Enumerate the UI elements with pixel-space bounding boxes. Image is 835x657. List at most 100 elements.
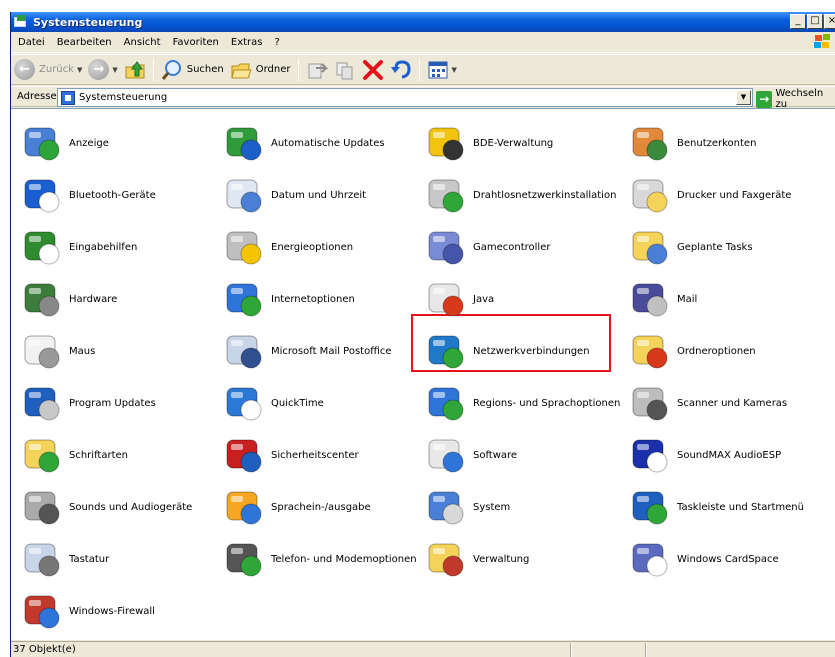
control-panel-window: Systemsteuerung _ □ × Datei Bearbeiten A… [10,12,835,657]
cp-item-bde-admin[interactable]: BDE-Verwaltung [423,119,553,167]
address-value: Systemsteuerung [79,92,168,103]
control-panel-icon [61,90,75,105]
cp-item-cardspace[interactable]: Windows CardSpace [627,535,779,583]
cp-item-automatic-updates[interactable]: Automatische Updates [221,119,385,167]
cp-item-phone-modem[interactable]: Telefon- und Modemoptionen [221,535,417,583]
cp-item-user-accounts[interactable]: Benutzerkonten [627,119,756,167]
internet-options-icon [221,276,267,322]
cp-item-date-time[interactable]: Datum und Uhrzeit [221,171,366,219]
cp-item-printers-faxes[interactable]: Drucker und Faxgeräte [627,171,791,219]
cp-item-scanners-cameras[interactable]: Scanner und Kameras [627,379,787,427]
cp-item-label: BDE-Verwaltung [473,137,554,149]
cp-item-windows-firewall[interactable]: Windows-Firewall [19,587,155,635]
cp-item-label: Windows-Firewall [69,605,155,617]
cp-item-scheduled-tasks[interactable]: Geplante Tasks [627,223,753,271]
cp-item-internet-options[interactable]: Internetoptionen [221,275,355,323]
cp-item-label: Sounds und Audiogeräte [69,501,193,513]
cp-item-fonts[interactable]: Schriftarten [19,431,128,479]
minimize-button[interactable]: _ [790,14,806,29]
cp-item-program-updates[interactable]: Program Updates [19,379,156,427]
search-button[interactable]: Suchen [158,57,227,83]
cp-item-ms-mail-postoffice[interactable]: Microsoft Mail Postoffice [221,327,392,375]
forward-arrow-icon: → [88,59,110,80]
address-dropdown-button[interactable]: ▼ [736,90,751,105]
cp-item-label: Benutzerkonten [677,137,757,149]
soundmax-icon [627,432,673,478]
menu-bearbeiten[interactable]: Bearbeiten [51,37,118,48]
menu-ansicht[interactable]: Ansicht [118,37,167,48]
cp-item-soundmax[interactable]: SoundMAX AudioESP [627,431,781,479]
delete-button[interactable] [359,57,387,83]
address-label: Adresse [17,91,57,102]
title-bar[interactable]: Systemsteuerung _ □ × [11,12,835,32]
menu-extras[interactable]: Extras [225,37,269,48]
cp-item-network-connections[interactable]: Netzwerkverbindungen [423,327,590,375]
move-to-icon [308,62,328,78]
phone-modem-icon [221,536,267,582]
cp-item-power-options[interactable]: Energieoptionen [221,223,353,271]
go-button[interactable]: → Wechseln zu [756,88,835,110]
copy-to-button[interactable] [331,57,359,83]
cp-item-speech[interactable]: Sprachein-/ausgabe [221,483,371,531]
program-updates-icon [19,380,65,426]
back-button[interactable]: ← Zurück ▼ [11,57,85,83]
delete-x-icon [362,59,383,80]
views-icon [428,61,447,78]
cp-item-accessibility[interactable]: Eingabehilfen [19,223,137,271]
cp-item-game-controllers[interactable]: Gamecontroller [423,223,550,271]
menu-favoriten[interactable]: Favoriten [167,37,225,48]
cp-item-display[interactable]: Anzeige [19,119,109,167]
cp-item-security-center[interactable]: Sicherheitscenter [221,431,359,479]
undo-button[interactable] [387,57,415,83]
cp-item-software[interactable]: Software [423,431,517,479]
wireless-setup-icon [423,172,469,218]
user-accounts-icon [627,120,673,166]
close-button[interactable]: × [824,14,835,29]
display-icon [19,120,65,166]
cp-item-keyboard[interactable]: Tastatur [19,535,109,583]
status-count: 37 Objekt(e) [11,642,571,657]
cp-item-wireless-setup[interactable]: Drahtlosnetzwerkinstallation [423,171,616,219]
maximize-button[interactable]: □ [807,14,823,29]
cp-item-folder-options[interactable]: Ordneroptionen [627,327,756,375]
move-to-button[interactable] [303,57,331,83]
cp-item-label: Automatische Updates [271,137,385,149]
cp-item-label: Eingabehilfen [69,241,138,253]
scheduled-tasks-icon [627,224,673,270]
bluetooth-icon [19,172,65,218]
cp-item-sounds-audio[interactable]: Sounds und Audiogeräte [19,483,192,531]
cp-item-label: Gamecontroller [473,241,551,253]
cp-item-mail[interactable]: Mail [627,275,697,323]
cp-item-label: Sicherheitscenter [271,449,359,461]
folders-button[interactable]: Ordner [227,57,294,83]
up-button[interactable] [121,57,149,83]
cp-item-bluetooth[interactable]: Bluetooth-Geräte [19,171,156,219]
cp-item-hardware[interactable]: Hardware [19,275,117,323]
control-panel-items: Anzeige Automatische Updates BDE-Verwaltun… [11,108,835,640]
network-connections-icon [423,328,469,374]
cp-item-label: Energieoptionen [271,241,354,253]
security-center-icon [221,432,267,478]
cp-item-label: Ordneroptionen [677,345,756,357]
cp-item-label: Windows CardSpace [677,553,779,565]
status-segment [571,642,646,657]
cp-item-system[interactable]: System [423,483,510,531]
printers-faxes-icon [627,172,673,218]
cp-item-label: Hardware [69,293,118,305]
cp-item-admin-tools[interactable]: Verwaltung [423,535,529,583]
cp-item-mouse[interactable]: Maus [19,327,95,375]
cp-item-taskbar-startmenu[interactable]: Taskleiste und Startmenü [627,483,804,531]
cp-item-java[interactable]: Java [423,275,494,323]
control-panel-icon [14,15,29,29]
cp-item-regional-options[interactable]: Regions- und Sprachoptionen [423,379,620,427]
menu-datei[interactable]: Datei [11,37,51,48]
address-field[interactable]: Systemsteuerung ▼ [57,88,753,107]
windows-firewall-icon [19,588,65,634]
go-arrow-icon: → [756,90,773,108]
views-button[interactable]: ▼ [424,57,460,83]
forward-button[interactable]: → ▼ [85,57,120,83]
cardspace-icon [627,536,673,582]
speech-icon [221,484,267,530]
menu-help[interactable]: ? [269,37,286,48]
cp-item-quicktime[interactable]: QuickTime [221,379,324,427]
